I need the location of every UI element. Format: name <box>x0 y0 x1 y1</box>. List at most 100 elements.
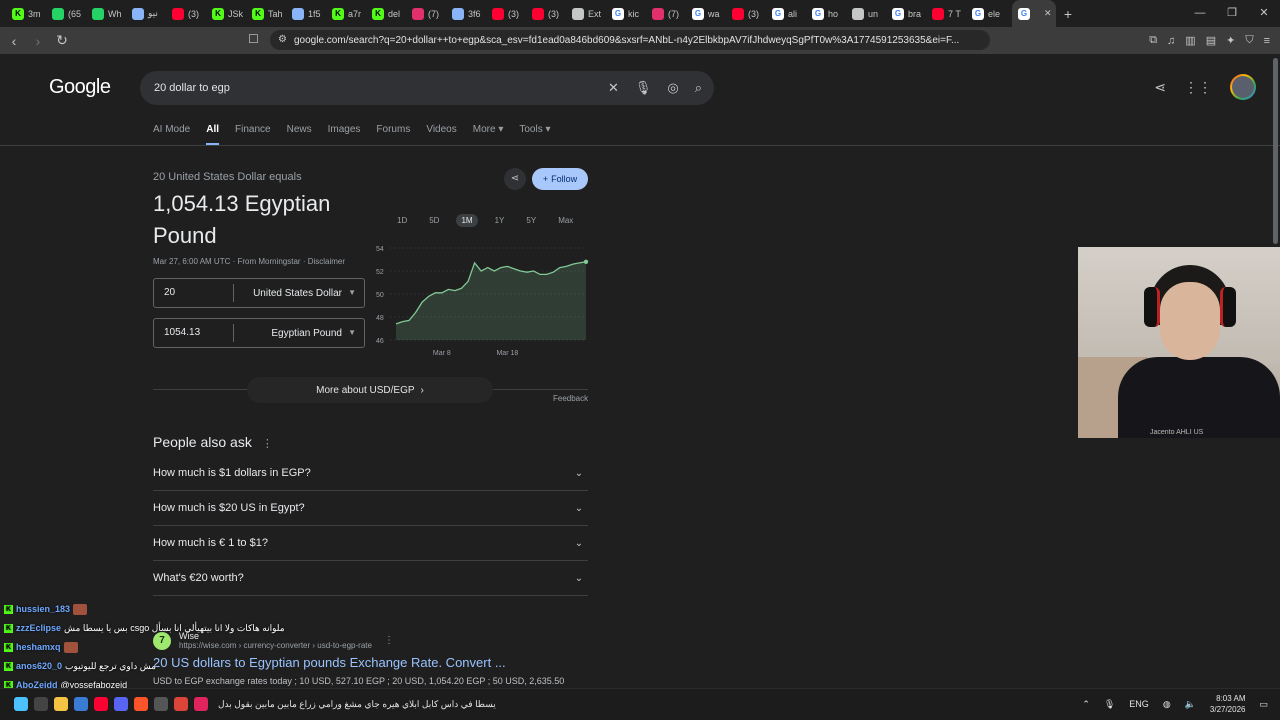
browser-tab[interactable]: G ✕ <box>1012 0 1056 27</box>
chevron-up-icon[interactable]: ⌃ <box>1082 699 1090 710</box>
range-tab[interactable]: 1D <box>392 214 412 227</box>
browser-tab[interactable]: un <box>852 0 892 27</box>
browser-tab[interactable]: Wh <box>92 0 132 27</box>
browser-tab[interactable]: 7 T <box>932 0 972 27</box>
browser-tab[interactable]: K JSk <box>212 0 252 27</box>
youtube-icon[interactable] <box>94 697 108 711</box>
search-icon[interactable] <box>34 697 48 711</box>
address-bar[interactable]: ⚙ google.com/search?q=20+dollar++to+egp&… <box>270 30 990 50</box>
close-tab-icon[interactable]: ✕ <box>1044 8 1052 19</box>
store-icon[interactable] <box>74 697 88 711</box>
tab-news[interactable]: News <box>287 124 312 146</box>
lens-icon[interactable]: ◎ <box>667 80 678 96</box>
caret-down-icon[interactable]: ▼ <box>348 288 356 297</box>
range-tab[interactable]: Max <box>553 214 578 227</box>
windows-icon[interactable] <box>14 697 28 711</box>
feedback-link[interactable]: Feedback <box>553 394 588 403</box>
search-input[interactable]: 20 dollar to egp ✕ 🎙 ◎ ⌕ <box>140 71 714 105</box>
range-tab[interactable]: 1M <box>456 214 478 227</box>
result-title-link[interactable]: 20 US dollars to Egyptian pounds Exchang… <box>153 655 506 670</box>
caret-down-icon[interactable]: ▼ <box>348 328 356 337</box>
range-tab[interactable]: 5Y <box>521 214 541 227</box>
avatar[interactable] <box>1230 74 1256 100</box>
volume-icon[interactable]: 🔈 <box>1185 699 1196 710</box>
media-icon[interactable]: ♫ <box>1167 35 1175 47</box>
from-amount-input[interactable]: 20 <box>154 284 234 302</box>
browser-tab[interactable]: (7) <box>412 0 452 27</box>
wallet-icon[interactable]: ▤ <box>1206 34 1216 47</box>
ai-icon[interactable]: ✦ <box>1226 34 1235 47</box>
browser-tab[interactable]: (65 <box>52 0 92 27</box>
bookmark-icon[interactable]: ☐ <box>248 32 259 46</box>
browser-tab[interactable]: (7) <box>652 0 692 27</box>
paa-question[interactable]: What's €20 worth? ⌄ <box>153 561 588 596</box>
clock[interactable]: 8:03 AM 3/27/2026 <box>1210 693 1246 715</box>
browser-tab[interactable]: Gkic <box>612 0 652 27</box>
browser-tab[interactable]: Gwa <box>692 0 732 27</box>
tab-all[interactable]: All <box>206 124 220 146</box>
more-about-button[interactable]: More about USD/EGP › <box>247 377 493 403</box>
minimize-icon[interactable]: — <box>1184 0 1216 27</box>
brave-icon[interactable] <box>134 697 148 711</box>
more-options-icon[interactable]: ⋮ <box>384 635 394 646</box>
browser-tab[interactable]: (3) <box>172 0 212 27</box>
range-tab[interactable]: 5D <box>424 214 444 227</box>
file-explorer-icon[interactable] <box>54 697 68 711</box>
paa-question[interactable]: How much is $20 US in Egypt? ⌄ <box>153 491 588 526</box>
browser-tab[interactable]: Gbra <box>892 0 932 27</box>
microphone-icon[interactable]: 🎙 <box>1104 699 1115 710</box>
to-amount-input[interactable]: 1054.13 <box>154 324 234 342</box>
browser-tab[interactable]: Gali <box>772 0 812 27</box>
browser-tab[interactable]: K 3m <box>12 0 52 27</box>
search-icon[interactable]: ⌕ <box>695 80 702 96</box>
close-window-icon[interactable]: ✕ <box>1248 0 1280 27</box>
google-logo[interactable]: Google <box>49 76 111 99</box>
browser-tab[interactable]: Gele <box>972 0 1012 27</box>
to-currency-select[interactable]: Egyptian Pound <box>234 328 364 339</box>
back-icon[interactable]: ‹ <box>4 33 24 49</box>
microphone-icon[interactable]: 🎙 <box>635 80 652 96</box>
browser-tab[interactable]: 1f5 <box>292 0 332 27</box>
restore-icon[interactable]: ❐ <box>1216 0 1248 27</box>
paa-question[interactable]: How much is $1 dollars in EGP? ⌄ <box>153 456 588 491</box>
more-options-icon[interactable]: ⋮ <box>262 438 273 450</box>
browser-tab[interactable]: Gho <box>812 0 852 27</box>
browser-tab[interactable]: Kdel <box>372 0 412 27</box>
scrollbar[interactable] <box>1273 58 1278 244</box>
browser-tab[interactable]: (3) <box>492 0 532 27</box>
share-icon[interactable]: ⋖ <box>1154 79 1166 96</box>
paa-question[interactable]: How much is € 1 to $1? ⌄ <box>153 526 588 561</box>
new-tab-icon[interactable]: + <box>1056 6 1080 22</box>
tab-ai-mode[interactable]: AI Mode <box>153 124 190 146</box>
menu-icon[interactable]: ≡ <box>1264 35 1270 47</box>
share-converter-button[interactable]: ⋖ <box>504 168 526 190</box>
browser-tab[interactable]: (3) <box>532 0 572 27</box>
clear-icon[interactable]: ✕ <box>608 80 619 96</box>
notification-icon[interactable]: ▭ <box>1259 699 1268 710</box>
from-currency-select[interactable]: United States Dollar <box>234 288 364 299</box>
chrome-icon[interactable] <box>174 697 188 711</box>
tab-images[interactable]: Images <box>328 124 361 146</box>
tab-more[interactable]: More ▾ <box>473 124 504 146</box>
tab-forums[interactable]: Forums <box>376 124 410 146</box>
follow-button[interactable]: + Follow <box>532 168 588 190</box>
browser-tab[interactable]: K Tah <box>252 0 292 27</box>
reload-icon[interactable]: ↻ <box>52 32 72 49</box>
apps-icon[interactable]: ⋮⋮ <box>1184 79 1212 96</box>
browser-tab[interactable]: نيو <box>132 0 172 27</box>
tab-videos[interactable]: Videos <box>426 124 456 146</box>
side-panel-icon[interactable]: ▥ <box>1185 34 1195 47</box>
browser-tab[interactable]: Ka7r <box>332 0 372 27</box>
tab-tools[interactable]: Tools ▾ <box>519 124 550 146</box>
browser-tab[interactable]: 3f6 <box>452 0 492 27</box>
chart-last-point[interactable] <box>583 259 589 264</box>
forward-icon[interactable]: › <box>28 33 48 49</box>
app-icon[interactable] <box>194 697 208 711</box>
language-indicator[interactable]: ENG <box>1129 699 1149 709</box>
shield-icon[interactable]: ⛉ <box>1245 34 1253 47</box>
network-icon[interactable]: ◍ <box>1163 699 1171 710</box>
tab-finance[interactable]: Finance <box>235 124 271 146</box>
browser-tab[interactable]: Ext <box>572 0 612 27</box>
browser-tab[interactable]: (3) <box>732 0 772 27</box>
site-info-icon[interactable]: ⚙ <box>278 34 287 45</box>
